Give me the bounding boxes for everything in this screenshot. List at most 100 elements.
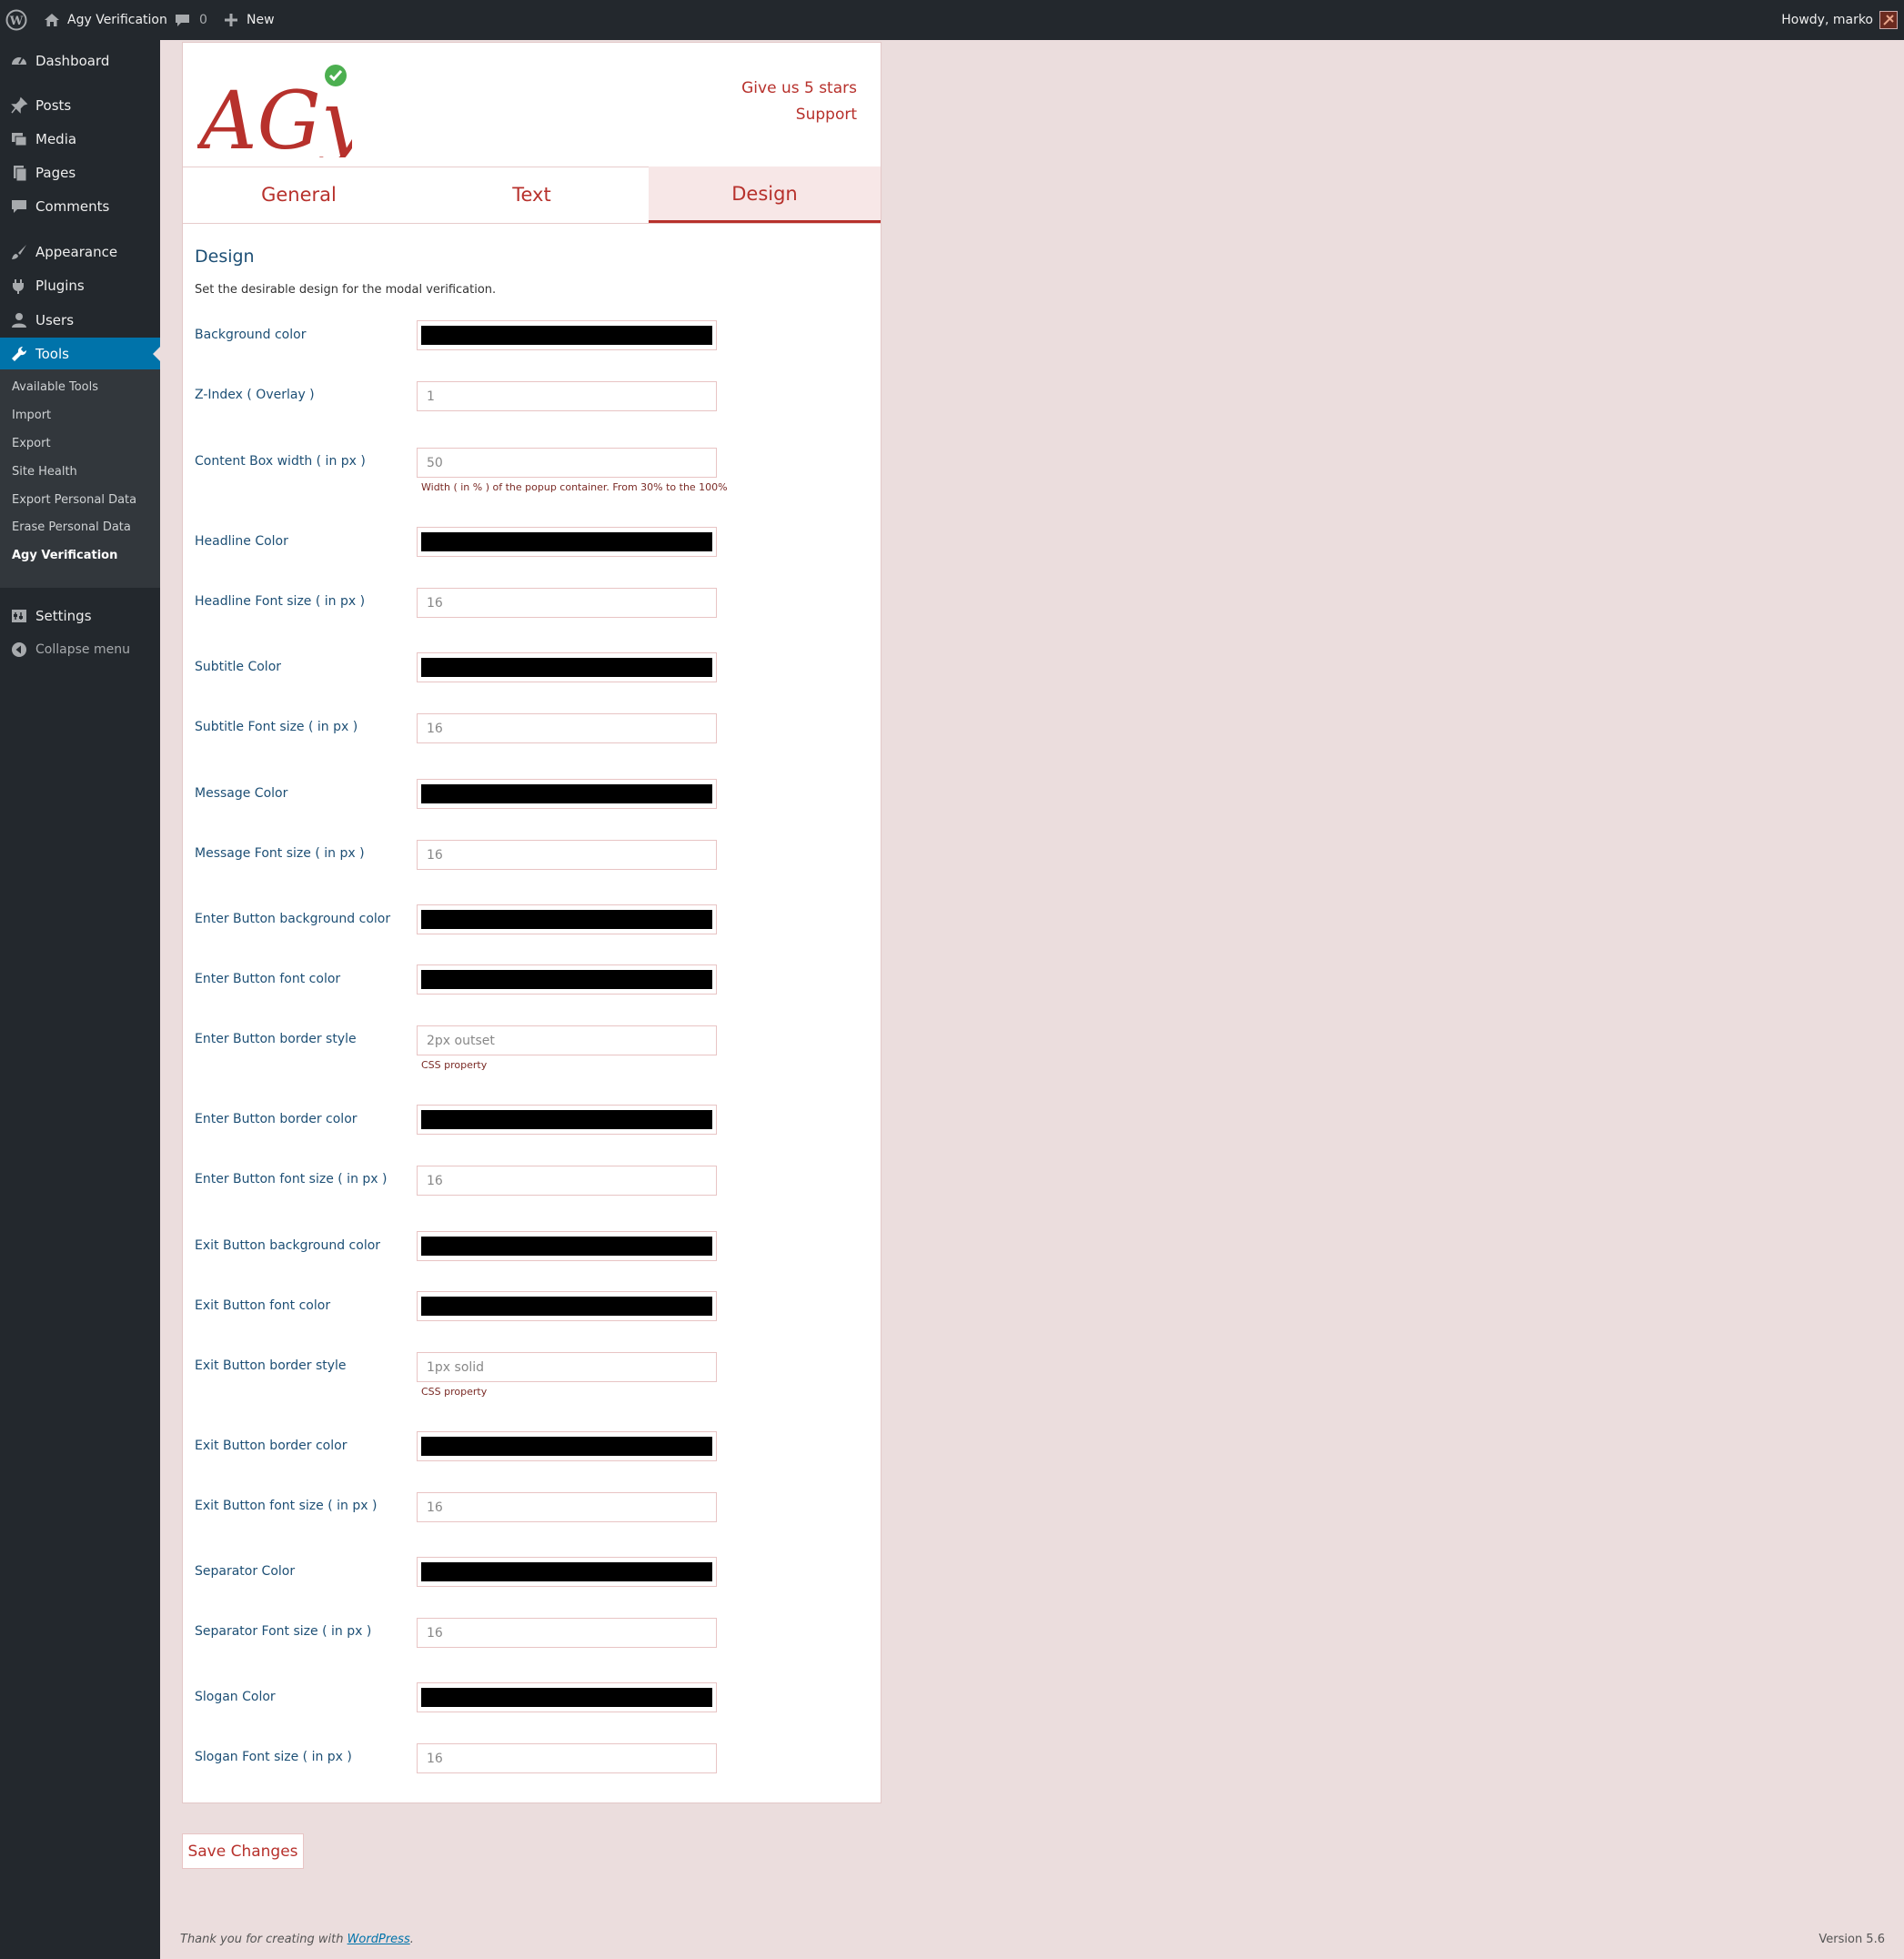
headline-font-size-input[interactable]: 16 <box>417 588 717 618</box>
field-label-headline-font-size: Headline Font size ( in px ) <box>195 594 366 609</box>
account-menu[interactable]: Howdy, marko <box>1781 0 1873 40</box>
color-swatch <box>421 532 712 551</box>
slogan-font-size-input[interactable]: 16 <box>417 1743 717 1773</box>
exit-button-border-style-input[interactable]: 1px solid <box>417 1352 717 1382</box>
brush-icon <box>10 243 28 261</box>
exit-button-border-style-hint: CSS property <box>421 1386 488 1398</box>
site-name: Agy Verification <box>67 13 167 27</box>
enter-button-background-color-picker[interactable] <box>417 904 717 934</box>
sidebar-item-media[interactable]: Media <box>0 123 160 156</box>
plugin-logo: AGy <box>193 57 368 167</box>
headline-color-picker[interactable] <box>417 527 717 557</box>
color-swatch <box>421 970 712 989</box>
sidebar-item-appearance[interactable]: Appearance <box>0 236 160 268</box>
dashboard-icon <box>10 52 28 70</box>
field-label-subtitle-font-size: Subtitle Font size ( in px ) <box>195 720 358 734</box>
collapse-menu-button[interactable]: Collapse menu <box>0 633 160 666</box>
field-label-enter-button-font-color: Enter Button font color <box>195 972 341 986</box>
field-label-enter-button-border-style: Enter Button border style <box>195 1032 357 1046</box>
submenu-item-export-personal-data[interactable]: Export Personal Data <box>12 493 136 507</box>
submenu-item-site-health[interactable]: Site Health <box>12 465 77 479</box>
footer-version: Version 5.6 <box>1818 1933 1885 1946</box>
sidebar-item-settings[interactable]: Settings <box>0 600 160 632</box>
sidebar-item-label: Tools <box>35 346 69 362</box>
color-swatch <box>421 1688 712 1707</box>
content-box-width-hint: Width ( in % ) of the popup container. F… <box>421 481 728 493</box>
color-swatch <box>421 910 712 929</box>
enter-button-border-style-hint: CSS property <box>421 1059 488 1071</box>
section-description: Set the desirable design for the modal v… <box>195 283 497 297</box>
exit-button-font-color-picker[interactable] <box>417 1291 717 1321</box>
enter-button-border-style-input[interactable]: 2px outset <box>417 1025 717 1055</box>
submenu-item-agy-verification[interactable]: Agy Verification <box>12 549 117 562</box>
content-box-width-input[interactable]: 50 <box>417 448 717 478</box>
avatar[interactable] <box>1879 0 1898 40</box>
sidebar-item-pages[interactable]: Pages <box>0 157 160 189</box>
plug-icon <box>10 277 28 295</box>
sidebar-item-label: Posts <box>35 97 72 114</box>
submenu-item-available-tools[interactable]: Available Tools <box>12 380 98 394</box>
wordpress-link[interactable]: WordPress <box>348 1933 410 1946</box>
footer-thanks-prefix: Thank you for creating with <box>180 1933 348 1946</box>
section-title: Design <box>195 247 255 267</box>
svg-text:W: W <box>9 15 24 28</box>
footer-thanks: Thank you for creating with WordPress. <box>180 1933 414 1946</box>
sidebar-item-label: Users <box>35 312 75 328</box>
pages-icon <box>10 164 28 182</box>
site-link[interactable]: Agy Verification <box>44 0 167 40</box>
settings-icon <box>10 607 28 625</box>
field-label-separator-color: Separator Color <box>195 1564 296 1579</box>
color-swatch <box>421 1562 712 1581</box>
background-color-picker[interactable] <box>417 320 717 350</box>
enter-button-border-color-picker[interactable] <box>417 1105 717 1135</box>
field-label-separator-font-size: Separator Font size ( in px ) <box>195 1624 372 1639</box>
enter-button-font-size-input[interactable]: 16 <box>417 1166 717 1196</box>
sidebar-item-posts[interactable]: Posts <box>0 89 160 122</box>
sidebar-item-label: Plugins <box>35 278 85 294</box>
field-label-exit-button-border-color: Exit Button border color <box>195 1439 348 1453</box>
slogan-color-picker[interactable] <box>417 1682 717 1712</box>
plugin-header: AGy Give us 5 stars Support <box>183 43 881 167</box>
exit-button-background-color-picker[interactable] <box>417 1231 717 1261</box>
submenu-item-erase-personal-data[interactable]: Erase Personal Data <box>12 520 131 534</box>
submenu-item-export[interactable]: Export <box>12 437 51 450</box>
settings-tabs: General Text Design <box>183 167 881 224</box>
sidebar-item-users[interactable]: Users <box>0 304 160 337</box>
exit-button-font-size-input[interactable]: 16 <box>417 1492 717 1522</box>
wordpress-logo-icon[interactable]: W <box>5 0 27 40</box>
settings-panel: AGy Give us 5 stars Support General Text… <box>182 42 881 1803</box>
logo-text: AGy <box>197 74 352 157</box>
separator-font-size-input[interactable]: 16 <box>417 1618 717 1648</box>
plus-icon <box>224 13 238 27</box>
exit-button-border-color-picker[interactable] <box>417 1431 717 1461</box>
submenu-item-import[interactable]: Import <box>12 409 51 422</box>
comments-link[interactable]: 0 <box>175 0 207 40</box>
field-label-enter-button-border-color: Enter Button border color <box>195 1112 358 1126</box>
sidebar-item-tools[interactable]: Tools <box>0 338 160 370</box>
z-index-input[interactable]: 1 <box>417 381 717 411</box>
field-label-exit-button-background-color: Exit Button background color <box>195 1238 381 1253</box>
sidebar-item-label: Settings <box>35 608 92 624</box>
subtitle-font-size-input[interactable]: 16 <box>417 713 717 743</box>
message-font-size-input[interactable]: 16 <box>417 840 717 870</box>
field-label-exit-button-border-style: Exit Button border style <box>195 1358 347 1373</box>
greeting: Howdy, marko <box>1781 13 1873 27</box>
save-changes-button[interactable]: Save Changes <box>182 1833 304 1869</box>
support-link[interactable]: Support <box>741 102 857 128</box>
sidebar-item-plugins[interactable]: Plugins <box>0 269 160 302</box>
tab-text[interactable]: Text <box>416 167 648 223</box>
new-content-link[interactable]: New <box>224 0 275 40</box>
field-label-subtitle-color: Subtitle Color <box>195 660 282 674</box>
subtitle-color-picker[interactable] <box>417 652 717 682</box>
tab-general[interactable]: General <box>183 167 415 223</box>
rate-stars-link[interactable]: Give us 5 stars <box>741 76 857 102</box>
color-swatch <box>421 326 712 345</box>
tab-design[interactable]: Design <box>649 167 881 223</box>
enter-button-font-color-picker[interactable] <box>417 964 717 995</box>
separator-color-picker[interactable] <box>417 1557 717 1587</box>
sidebar-item-dashboard[interactable]: Dashboard <box>0 45 160 77</box>
field-label-exit-button-font-size: Exit Button font size ( in px ) <box>195 1499 378 1513</box>
sidebar-item-comments[interactable]: Comments <box>0 190 160 223</box>
message-color-picker[interactable] <box>417 779 717 809</box>
field-label-exit-button-font-color: Exit Button font color <box>195 1298 331 1313</box>
